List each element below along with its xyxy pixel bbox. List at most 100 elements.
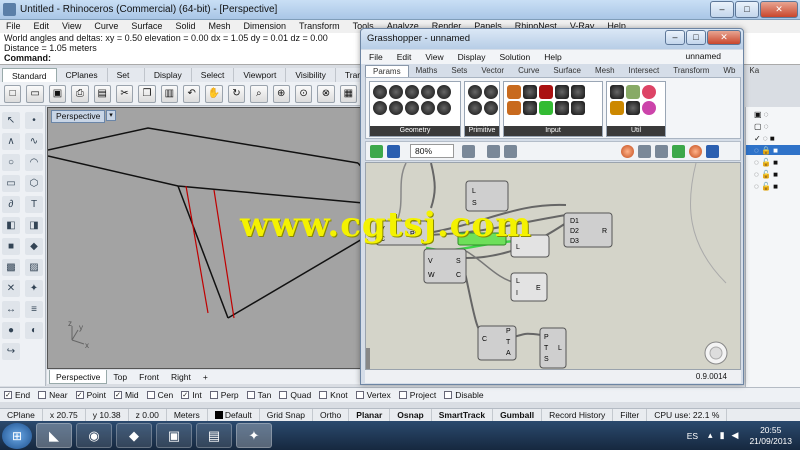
- gh-tab-intersect[interactable]: Intersect: [622, 65, 667, 77]
- zoom-extents-icon[interactable]: ⊙: [294, 84, 313, 103]
- osnap-perp[interactable]: Perp: [209, 390, 239, 400]
- tab-set-view[interactable]: Set View: [108, 68, 145, 94]
- param-icon[interactable]: [421, 101, 435, 115]
- select-arrow-icon[interactable]: ↖: [2, 112, 20, 129]
- checkbox-icon[interactable]: ✓: [75, 391, 84, 399]
- taskbar-dropbox-icon[interactable]: ◆: [116, 423, 152, 448]
- param-icon[interactable]: [523, 101, 537, 115]
- param-icon[interactable]: [484, 101, 498, 115]
- gh-tab-surface[interactable]: Surface: [546, 65, 588, 77]
- viewport-title[interactable]: Perspective: [51, 110, 106, 123]
- param-icon[interactable]: [555, 101, 569, 115]
- taskbar-photos-icon[interactable]: ▤: [196, 423, 232, 448]
- gh-minimize-button[interactable]: –: [665, 30, 685, 45]
- status-cplane[interactable]: CPlane: [0, 408, 43, 422]
- osnap-near[interactable]: Near: [38, 390, 68, 400]
- param-icon[interactable]: [539, 101, 553, 115]
- param-icon[interactable]: [468, 101, 482, 115]
- zoom-icon[interactable]: ⌕: [250, 84, 268, 103]
- gh-tab-mesh[interactable]: Mesh: [588, 65, 622, 77]
- param-icon[interactable]: [626, 101, 640, 115]
- arc-icon[interactable]: ◠: [25, 154, 43, 171]
- osnap-end[interactable]: ✓ End: [4, 390, 30, 400]
- layer-row[interactable]: ◌ 🔓 ■: [746, 181, 800, 191]
- freeform-icon[interactable]: ∂: [2, 196, 20, 213]
- gh-close-button[interactable]: ✕: [707, 30, 741, 45]
- gh-document-name[interactable]: unnamed: [686, 51, 721, 61]
- component-3[interactable]: V W S C: [423, 248, 467, 284]
- gh-tab-transform[interactable]: Transform: [666, 65, 716, 77]
- param-icon[interactable]: [523, 85, 537, 99]
- param-icon[interactable]: [405, 85, 419, 99]
- save-icon[interactable]: ▣: [48, 84, 67, 103]
- layer-row-selected[interactable]: ◌ 🔒 ■: [746, 145, 800, 155]
- layer-row[interactable]: ▣ ◌: [746, 109, 800, 119]
- viewport-tab-front[interactable]: Front: [133, 370, 165, 384]
- osnap-disable[interactable]: Disable: [444, 390, 484, 400]
- param-icon[interactable]: [610, 101, 624, 115]
- menu-dimension[interactable]: Dimension: [243, 20, 286, 33]
- param-icon[interactable]: [437, 101, 451, 115]
- selected-preview-icon[interactable]: [706, 144, 719, 158]
- gh-menu-view[interactable]: View: [425, 52, 443, 62]
- param-icon[interactable]: [373, 101, 387, 115]
- bake-icon[interactable]: [655, 144, 668, 158]
- osnap-knot[interactable]: Knot: [319, 390, 348, 400]
- import-icon[interactable]: ▤: [93, 84, 111, 103]
- status-planar[interactable]: Planar: [349, 408, 391, 422]
- maximize-button[interactable]: □: [735, 1, 759, 18]
- tab-select[interactable]: Select: [192, 68, 235, 82]
- tab-visibility[interactable]: Visibility: [286, 68, 336, 82]
- checkbox-icon[interactable]: ✓: [113, 391, 122, 399]
- param-icon[interactable]: [389, 85, 403, 99]
- tab-standard[interactable]: Standard: [2, 68, 57, 82]
- status-ortho[interactable]: Ortho: [313, 408, 350, 422]
- zoom-extents-icon[interactable]: [462, 144, 475, 158]
- checkbox-icon[interactable]: [279, 391, 288, 399]
- rotate-view-icon[interactable]: ↻: [227, 84, 246, 103]
- tray-arrow-icon[interactable]: ▴: [708, 430, 713, 441]
- gh-tab-curve[interactable]: Curve: [511, 65, 546, 77]
- component-7[interactable]: C P T A: [477, 325, 517, 361]
- status-record-history[interactable]: Record History: [542, 408, 614, 422]
- osnap-vertex[interactable]: Vertex: [355, 390, 391, 400]
- menu-file[interactable]: File: [6, 20, 21, 33]
- osnap-project[interactable]: Project: [398, 390, 436, 400]
- network-icon[interactable]: ▮: [720, 430, 725, 441]
- shaded-preview-icon[interactable]: [672, 144, 685, 158]
- print-icon[interactable]: ⎙: [71, 84, 89, 103]
- viewport-tab-top[interactable]: Top: [107, 370, 133, 384]
- minimize-button[interactable]: –: [710, 1, 734, 18]
- add-viewport-tab-icon[interactable]: +: [197, 370, 214, 384]
- component-6[interactable]: L I E: [510, 272, 548, 302]
- extrude-icon[interactable]: ◨: [25, 217, 43, 234]
- rhino-title-bar[interactable]: Untitled - Rhinoceros (Commercial) (64-b…: [0, 0, 800, 20]
- gh-menu-display[interactable]: Display: [458, 52, 486, 62]
- boolean-icon[interactable]: ✦: [25, 280, 43, 297]
- gh-menu-solution[interactable]: Solution: [500, 52, 531, 62]
- zoom-selected-icon[interactable]: ⊗: [317, 84, 335, 103]
- viewport-tab-perspective[interactable]: Perspective: [49, 370, 108, 384]
- circle-icon[interactable]: ○: [2, 154, 20, 171]
- checkbox-icon[interactable]: [38, 391, 47, 399]
- status-filter[interactable]: Filter: [613, 408, 648, 422]
- layer-icon[interactable]: ≡: [25, 301, 43, 318]
- gh-maximize-button[interactable]: □: [686, 30, 706, 45]
- selected-component[interactable]: [457, 232, 507, 246]
- checkbox-icon[interactable]: ✓: [4, 391, 12, 399]
- mesh-icon[interactable]: ▩: [2, 259, 20, 276]
- osnap-cen[interactable]: Cen: [146, 390, 173, 400]
- param-icon[interactable]: [539, 85, 553, 99]
- param-icon[interactable]: [468, 85, 482, 99]
- transform-icon[interactable]: ▨: [25, 259, 43, 276]
- checkbox-icon[interactable]: ✓: [181, 391, 190, 399]
- material-icon[interactable]: [689, 144, 702, 158]
- checkbox-icon[interactable]: [209, 391, 218, 399]
- menu-edit[interactable]: Edit: [34, 20, 50, 33]
- taskbar-grasshopper-icon[interactable]: ✦: [236, 423, 272, 448]
- tab-viewport-layout[interactable]: Viewport Layout: [234, 68, 287, 94]
- slider-icon[interactable]: [507, 85, 521, 99]
- status-grid-snap[interactable]: Grid Snap: [260, 408, 314, 422]
- osnap-mid[interactable]: ✓ Mid: [113, 390, 139, 400]
- zoom-level[interactable]: 80%: [410, 144, 454, 158]
